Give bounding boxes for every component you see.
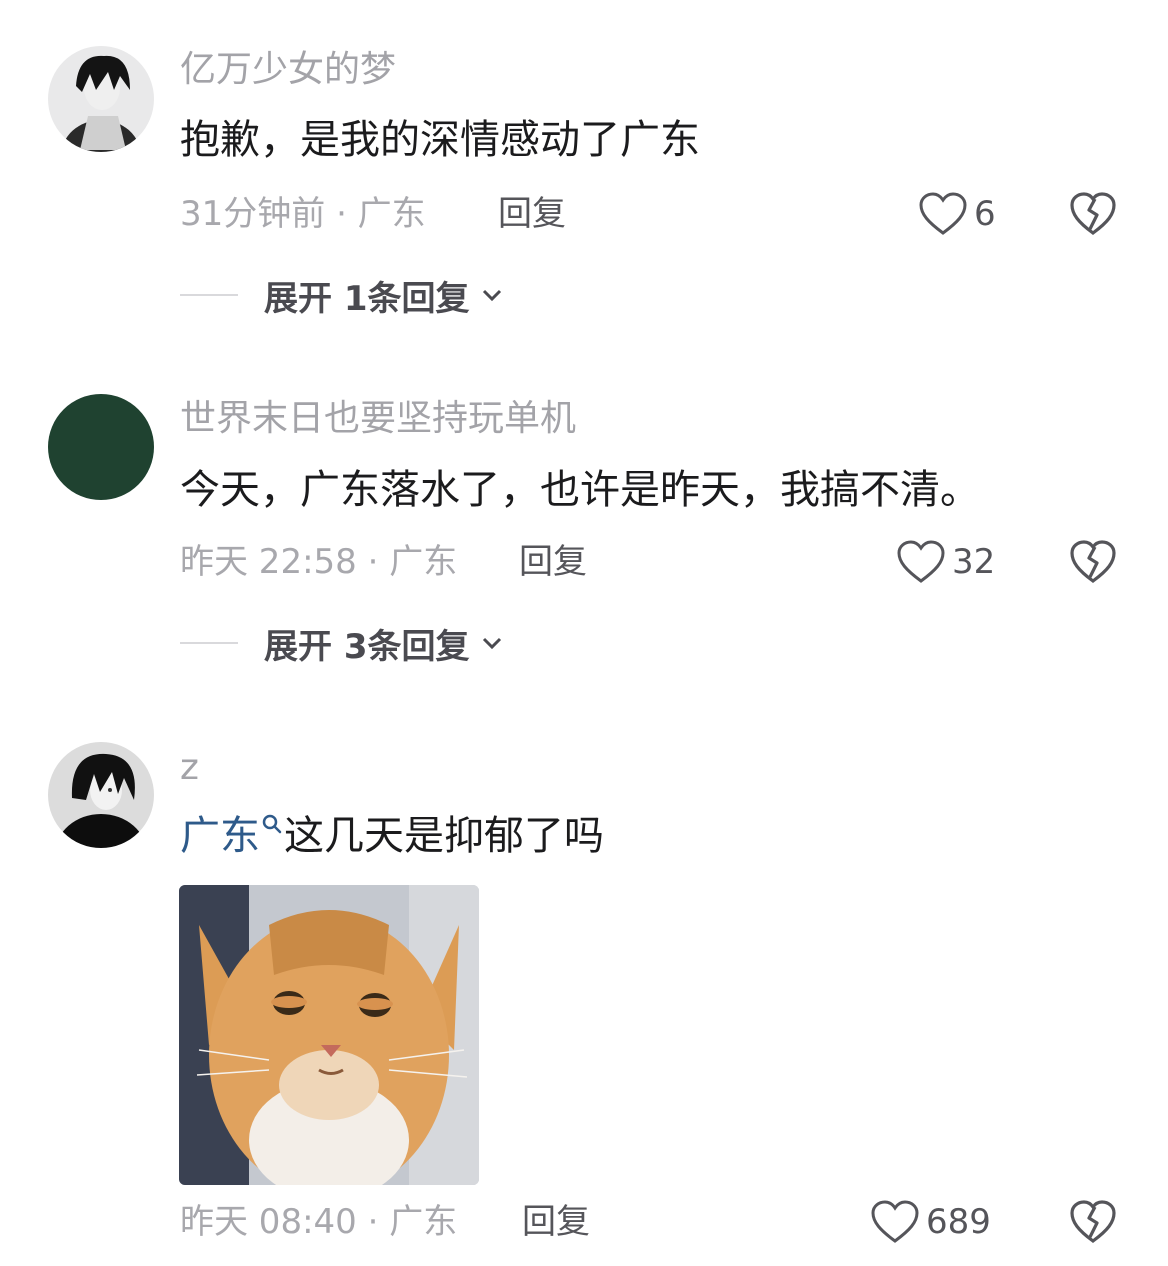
cat-image — [179, 885, 479, 1185]
comment-text: 广东 这几天是抑郁了吗 — [180, 810, 604, 862]
dislike-button[interactable] — [1068, 1197, 1118, 1247]
like-button[interactable]: 689 — [870, 1197, 991, 1247]
comment-text-body: 这几天是抑郁了吗 — [284, 813, 604, 859]
avatar[interactable] — [48, 742, 154, 848]
search-icon — [262, 814, 282, 834]
username[interactable]: z — [180, 746, 199, 790]
avatar-image — [48, 742, 154, 848]
comment-image[interactable] — [179, 885, 479, 1185]
broken-heart-icon — [1070, 1200, 1116, 1243]
like-count: 689 — [926, 1202, 991, 1242]
topic-link-label: 广东 — [180, 813, 260, 859]
heart-outline-icon — [871, 1200, 919, 1243]
comment-item: z 广东 这几天是抑郁了吗 昨天 08:40 · 广东 回复 689 — [0, 0, 1168, 1266]
topic-link[interactable]: 广东 — [180, 813, 284, 859]
comment-time-location: 昨天 08:40 · 广东 — [180, 1202, 458, 1242]
reply-button[interactable]: 回复 — [522, 1200, 590, 1244]
